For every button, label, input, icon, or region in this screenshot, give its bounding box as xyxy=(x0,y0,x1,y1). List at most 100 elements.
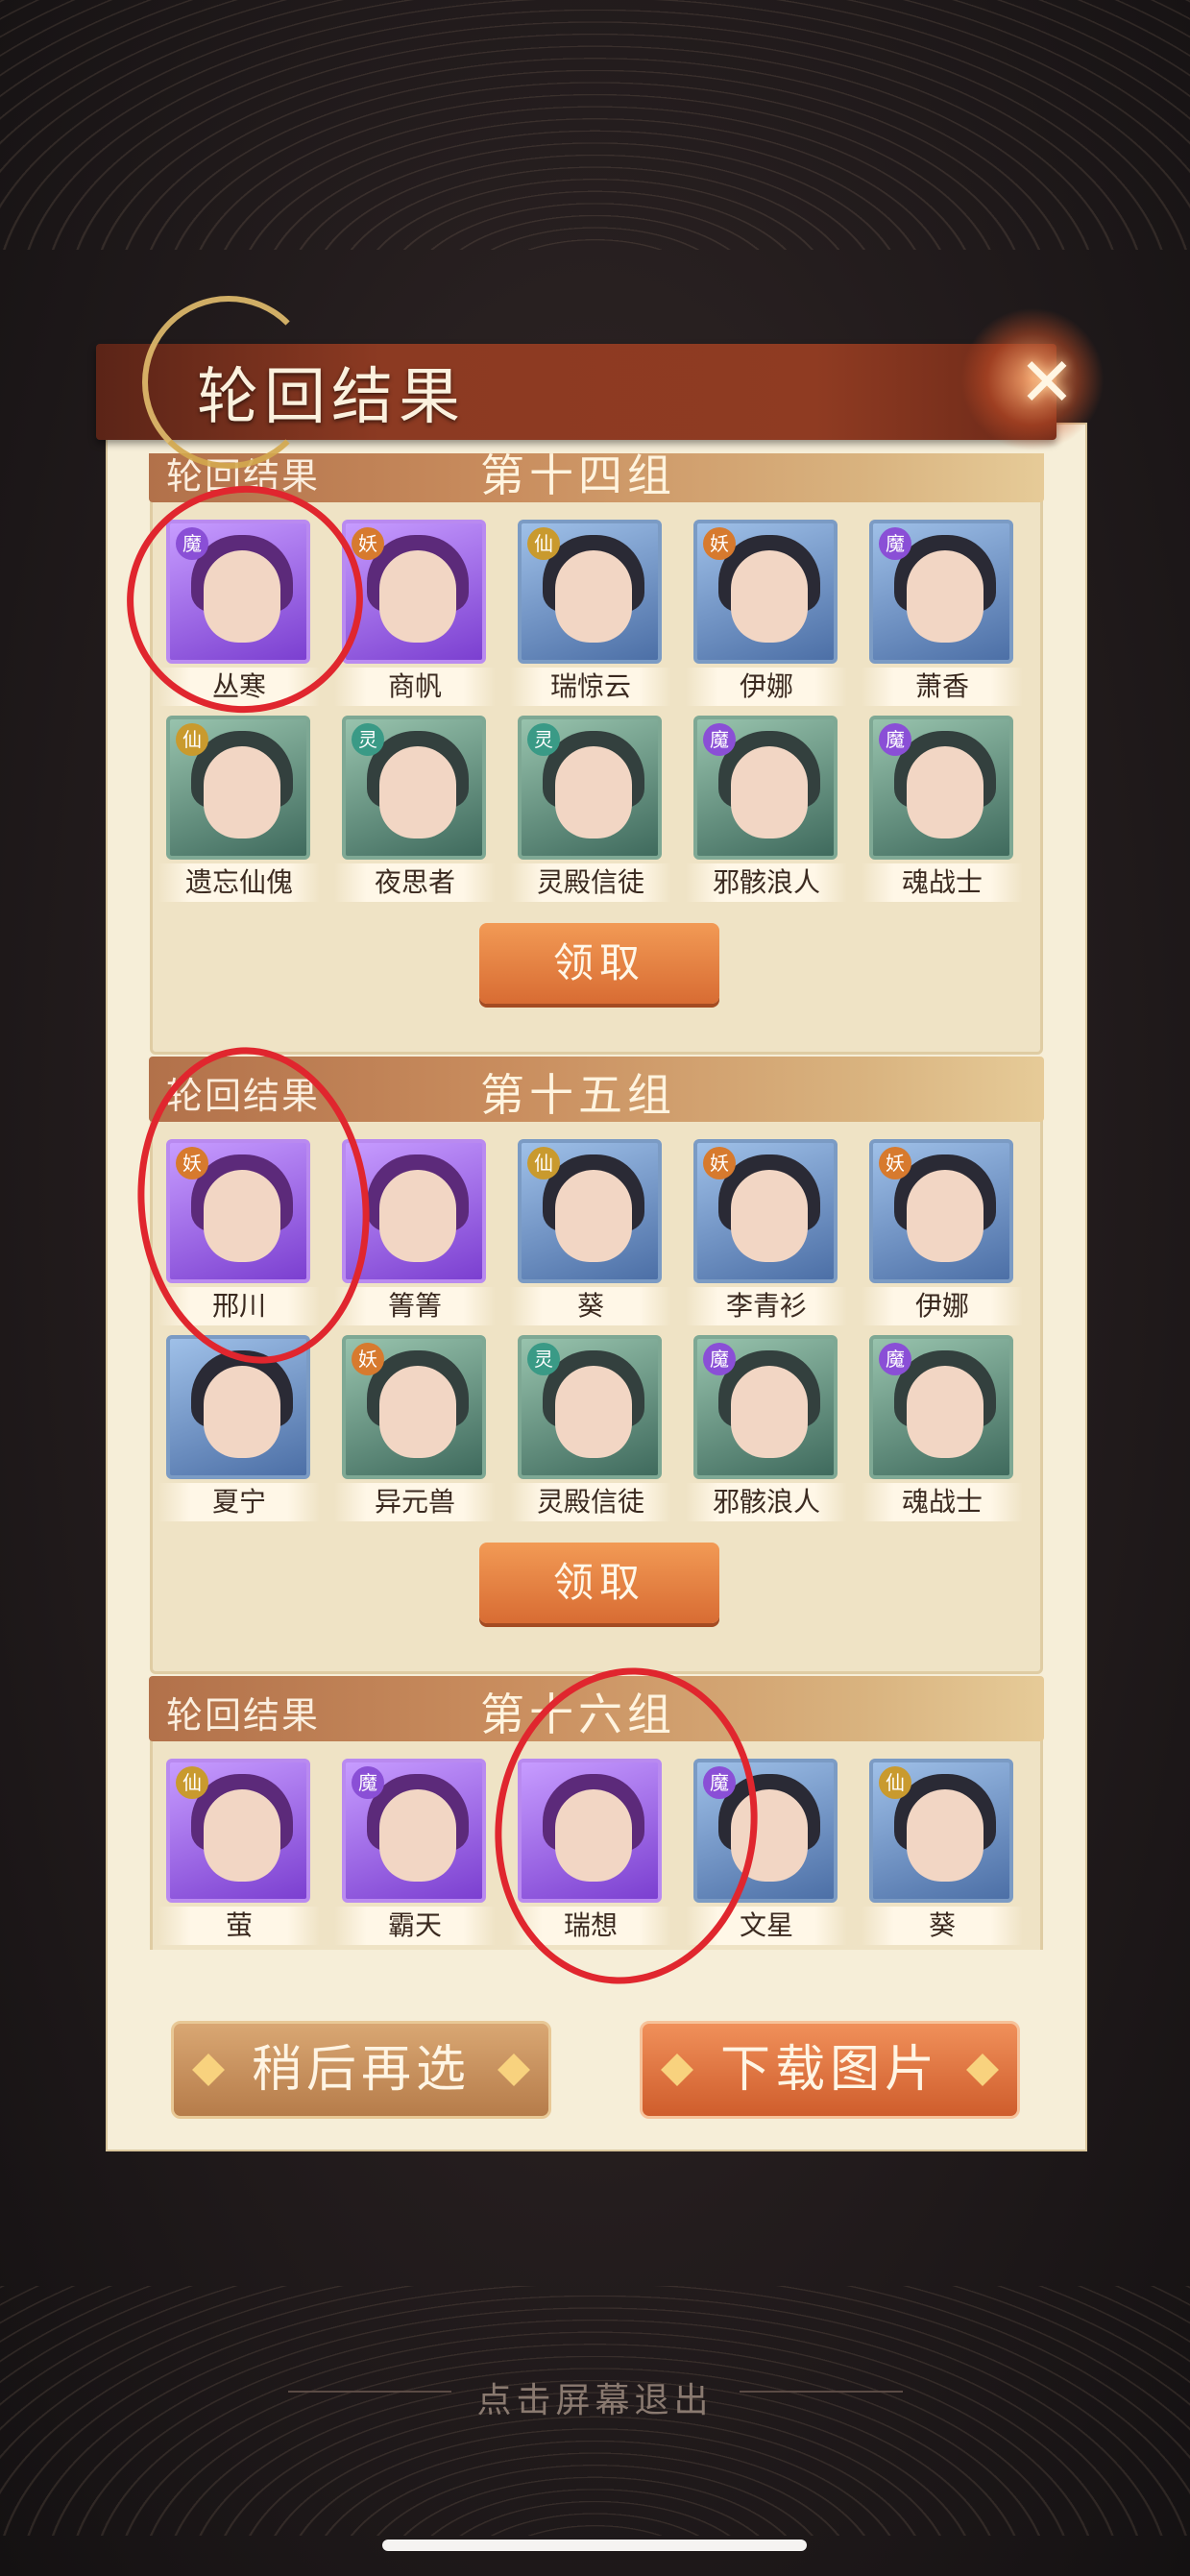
character-card[interactable]: 魔邪骸浪人 xyxy=(686,716,847,908)
diamond-icon xyxy=(661,2054,693,2086)
race-badge-icon: 仙 xyxy=(527,527,560,560)
race-badge-icon: 灵 xyxy=(352,723,384,756)
dialog-title: 轮回结果 xyxy=(197,362,466,433)
portrait-face xyxy=(204,1789,280,1882)
download-image-button[interactable]: 下载图片 xyxy=(640,2021,1020,2119)
character-portrait: 妖 xyxy=(693,1139,838,1283)
character-name: 邪骸浪人 xyxy=(686,1483,847,1521)
character-name: 魂战士 xyxy=(862,1483,1023,1521)
close-icon[interactable]: ✕ xyxy=(1010,346,1083,419)
character-card[interactable]: 仙葵 xyxy=(862,1759,1023,1950)
character-card[interactable]: 魔霸天 xyxy=(334,1759,496,1950)
character-name: 灵殿信徒 xyxy=(510,1483,671,1521)
portrait-face xyxy=(907,1789,984,1882)
character-card[interactable]: 仙萤 xyxy=(158,1759,320,1950)
race-badge-icon: 妖 xyxy=(352,1343,384,1375)
group-title: 第十五组 xyxy=(480,1069,676,1121)
character-name: 萤 xyxy=(158,1907,320,1945)
race-badge-icon: 魔 xyxy=(879,1343,911,1375)
portrait-face xyxy=(907,1366,984,1458)
character-card[interactable]: 妖伊娜 xyxy=(686,520,847,712)
character-name: 箐箐 xyxy=(334,1287,496,1325)
portrait-face xyxy=(204,746,280,838)
character-name: 霸天 xyxy=(334,1907,496,1945)
portrait-face xyxy=(907,550,984,643)
character-card[interactable]: 仙遗忘仙傀 xyxy=(158,716,320,908)
portrait-face xyxy=(731,1170,808,1262)
race-badge-icon: 仙 xyxy=(879,1766,911,1799)
character-name: 葵 xyxy=(862,1907,1023,1945)
character-portrait: 妖 xyxy=(342,520,486,664)
race-badge-icon: 灵 xyxy=(527,1343,560,1375)
character-card[interactable]: 妖李青衫 xyxy=(686,1139,847,1331)
character-portrait: 魔 xyxy=(869,1335,1013,1479)
character-name: 夜思者 xyxy=(334,863,496,902)
character-name: 伊娜 xyxy=(686,668,847,706)
character-name: 魂战士 xyxy=(862,863,1023,902)
character-portrait: 魔 xyxy=(693,1335,838,1479)
character-portrait: 仙 xyxy=(518,1139,662,1283)
portrait-face xyxy=(555,1366,632,1458)
race-badge-icon: 仙 xyxy=(176,1766,208,1799)
character-portrait: 魔 xyxy=(342,1759,486,1903)
character-card[interactable]: 魔魂战士 xyxy=(862,716,1023,908)
character-portrait: 仙 xyxy=(166,716,310,860)
download-image-label: 下载图片 xyxy=(719,2041,939,2099)
character-portrait: 仙 xyxy=(869,1759,1013,1903)
character-portrait: 魔 xyxy=(693,716,838,860)
race-badge-icon: 魔 xyxy=(879,527,911,560)
choose-later-button[interactable]: 稍后再选 xyxy=(171,2021,551,2119)
race-badge-icon: 魔 xyxy=(352,1766,384,1799)
character-card[interactable]: 仙葵 xyxy=(510,1139,671,1331)
diamond-icon xyxy=(966,2054,999,2086)
character-name: 萧香 xyxy=(862,668,1023,706)
group-label: 轮回结果 xyxy=(166,1694,321,1737)
character-card[interactable]: 灵夜思者 xyxy=(334,716,496,908)
character-card[interactable]: 灵灵殿信徒 xyxy=(510,716,671,908)
portrait-face xyxy=(555,1170,632,1262)
character-name: 伊娜 xyxy=(862,1287,1023,1325)
portrait-face xyxy=(379,1366,456,1458)
character-card[interactable]: 夏宁 xyxy=(158,1335,320,1527)
character-name: 异元兽 xyxy=(334,1483,496,1521)
race-badge-icon: 妖 xyxy=(703,527,736,560)
portrait-face xyxy=(379,746,456,838)
character-name: 李青衫 xyxy=(686,1287,847,1325)
character-name: 商帆 xyxy=(334,668,496,706)
character-card[interactable]: 灵灵殿信徒 xyxy=(510,1335,671,1527)
choose-later-label: 稍后再选 xyxy=(251,2041,471,2099)
character-card[interactable]: 妖异元兽 xyxy=(334,1335,496,1527)
character-portrait: 仙 xyxy=(518,520,662,664)
character-portrait: 妖 xyxy=(869,1139,1013,1283)
character-name: 邪骸浪人 xyxy=(686,863,847,902)
race-badge-icon: 魔 xyxy=(879,723,911,756)
race-badge-icon: 妖 xyxy=(879,1147,911,1179)
tap-to-exit-hint[interactable]: 点击屏幕退出 xyxy=(0,2372,1190,2422)
race-badge-icon: 妖 xyxy=(352,527,384,560)
character-card[interactable]: 魔邪骸浪人 xyxy=(686,1335,847,1527)
race-badge-icon: 妖 xyxy=(703,1147,736,1179)
portrait-face xyxy=(731,746,808,838)
character-portrait: 魔 xyxy=(869,716,1013,860)
portrait-face xyxy=(731,1366,808,1458)
race-badge-icon: 魔 xyxy=(703,1343,736,1375)
diamond-icon xyxy=(192,2054,225,2086)
claim-button[interactable]: 领取 xyxy=(479,923,719,1004)
character-name: 夏宁 xyxy=(158,1483,320,1521)
home-indicator[interactable] xyxy=(382,2540,807,2551)
character-card[interactable]: 仙瑞惊云 xyxy=(510,520,671,712)
portrait-face xyxy=(907,746,984,838)
diamond-icon xyxy=(498,2054,530,2086)
portrait-face xyxy=(379,1170,456,1262)
portrait-face xyxy=(204,1366,280,1458)
race-badge-icon: 仙 xyxy=(527,1147,560,1179)
portrait-face xyxy=(379,550,456,643)
character-card[interactable]: 魔萧香 xyxy=(862,520,1023,712)
group-title: 第十四组 xyxy=(480,453,676,501)
character-portrait: 灵 xyxy=(518,1335,662,1479)
race-badge-icon: 仙 xyxy=(176,723,208,756)
character-card[interactable]: 魔魂战士 xyxy=(862,1335,1023,1527)
character-card[interactable]: 妖伊娜 xyxy=(862,1139,1023,1331)
character-name: 瑞惊云 xyxy=(510,668,671,706)
claim-button[interactable]: 领取 xyxy=(479,1543,719,1623)
